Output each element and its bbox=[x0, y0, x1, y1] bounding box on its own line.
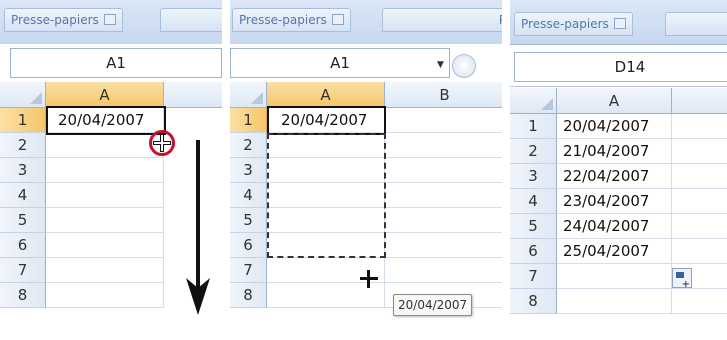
cell[interactable] bbox=[46, 133, 164, 158]
row-header[interactable]: 1 bbox=[510, 114, 557, 139]
ribbon-group-clipboard[interactable]: Presse-papiers bbox=[4, 8, 123, 32]
ribbon-group-clipboard[interactable]: Presse-papiers bbox=[514, 12, 633, 36]
date-cell[interactable]: 24/04/2007 bbox=[557, 214, 672, 239]
name-box[interactable]: A1 bbox=[10, 48, 222, 78]
row-header[interactable]: 4 bbox=[0, 183, 46, 208]
cell[interactable] bbox=[46, 158, 164, 183]
plus-cursor-icon bbox=[153, 134, 171, 152]
row-header[interactable]: 3 bbox=[230, 158, 267, 183]
ribbon-group-next bbox=[665, 12, 727, 36]
row-header[interactable]: 8 bbox=[0, 283, 46, 308]
row-header[interactable]: 6 bbox=[510, 239, 557, 264]
ribbon-group-label: Presse-papiers bbox=[521, 17, 609, 31]
fill-value-tooltip: 20/04/2007 bbox=[393, 294, 473, 316]
column-header-next[interactable] bbox=[164, 82, 222, 108]
cell[interactable] bbox=[385, 208, 502, 233]
ribbon-group-label: Presse-papiers bbox=[239, 13, 327, 27]
panel-filled-series: Presse-papiers D14 A E 1 2 3 4 5 6 7 8 2… bbox=[510, 0, 727, 340]
cell[interactable] bbox=[385, 183, 502, 208]
ribbon-group-label-partial: Po bbox=[499, 9, 502, 31]
plus-cursor-icon bbox=[360, 270, 378, 288]
row-header[interactable]: 5 bbox=[0, 208, 46, 233]
cell[interactable] bbox=[385, 258, 502, 283]
date-cell[interactable]: 22/04/2007 bbox=[557, 164, 672, 189]
select-all-corner[interactable] bbox=[230, 82, 267, 108]
name-box-dropdown-icon[interactable]: ▼ bbox=[437, 60, 444, 70]
row-header[interactable]: 8 bbox=[510, 289, 557, 314]
row-header[interactable]: 3 bbox=[0, 158, 46, 183]
cell[interactable] bbox=[46, 208, 164, 233]
cell[interactable] bbox=[672, 214, 727, 239]
select-all-corner[interactable] bbox=[0, 82, 46, 108]
row-header[interactable]: 8 bbox=[230, 283, 267, 308]
cell[interactable] bbox=[385, 233, 502, 258]
cell[interactable] bbox=[557, 264, 672, 289]
cell[interactable] bbox=[557, 289, 672, 314]
active-cell-border bbox=[267, 106, 386, 135]
column-header-b[interactable]: B bbox=[385, 82, 502, 108]
cell[interactable] bbox=[385, 108, 502, 133]
ribbon: Presse-papiers bbox=[0, 0, 222, 45]
dialog-launcher-icon[interactable] bbox=[613, 18, 626, 29]
row-header[interactable]: 2 bbox=[230, 133, 267, 158]
name-box[interactable]: A1 bbox=[230, 48, 450, 78]
row-header[interactable]: 6 bbox=[230, 233, 267, 258]
row-header[interactable]: 2 bbox=[510, 139, 557, 164]
cell[interactable] bbox=[46, 283, 164, 308]
panel-fill-selection: Presse-papiers Po A1 ▼ A B 1 2 3 4 5 6 7… bbox=[230, 0, 502, 340]
column-header-e[interactable]: E bbox=[672, 88, 727, 114]
cell[interactable] bbox=[672, 164, 727, 189]
formula-bar-row: A1 bbox=[0, 44, 222, 83]
date-cell[interactable]: 20/04/2007 bbox=[557, 114, 672, 139]
dialog-launcher-icon[interactable] bbox=[331, 14, 344, 25]
date-cell[interactable]: 23/04/2007 bbox=[557, 189, 672, 214]
date-cell[interactable]: 25/04/2007 bbox=[557, 239, 672, 264]
autofill-options-icon[interactable] bbox=[672, 268, 692, 290]
row-header[interactable]: 2 bbox=[0, 133, 46, 158]
name-box[interactable]: D14 bbox=[514, 52, 727, 82]
row-header[interactable]: 6 bbox=[0, 233, 46, 258]
row-header[interactable]: 1 bbox=[230, 108, 267, 133]
row-header[interactable]: 4 bbox=[510, 189, 557, 214]
cell[interactable] bbox=[46, 183, 164, 208]
row-header[interactable]: 4 bbox=[230, 183, 267, 208]
formula-button-icon[interactable] bbox=[452, 54, 476, 78]
column-header-a[interactable]: A bbox=[46, 82, 164, 108]
date-cell[interactable]: 21/04/2007 bbox=[557, 139, 672, 164]
column-header-a[interactable]: A bbox=[557, 88, 672, 114]
cell[interactable] bbox=[46, 258, 164, 283]
select-all-corner[interactable] bbox=[510, 88, 557, 114]
row-header[interactable]: 5 bbox=[230, 208, 267, 233]
cell[interactable] bbox=[672, 114, 727, 139]
cell[interactable] bbox=[672, 139, 727, 164]
formula-bar-row: A1 ▼ bbox=[230, 44, 502, 83]
column-header-a[interactable]: A bbox=[267, 82, 385, 108]
row-header[interactable]: 1 bbox=[0, 108, 46, 133]
row-header[interactable]: 7 bbox=[510, 264, 557, 289]
cell[interactable] bbox=[385, 158, 502, 183]
row-header[interactable]: 3 bbox=[510, 164, 557, 189]
ribbon: Presse-papiers bbox=[510, 0, 727, 45]
ribbon: Presse-papiers Po bbox=[230, 0, 502, 45]
row-header[interactable]: 7 bbox=[0, 258, 46, 283]
panel-fill-handle-drag: Presse-papiers A1 A 1 2 3 4 5 6 7 8 20/0… bbox=[0, 0, 222, 340]
row-header[interactable]: 5 bbox=[510, 214, 557, 239]
cell[interactable] bbox=[672, 239, 727, 264]
cell[interactable] bbox=[672, 289, 727, 314]
dialog-launcher-icon[interactable] bbox=[103, 14, 116, 25]
arrow-down-icon bbox=[186, 140, 210, 315]
formula-bar-row: D14 bbox=[510, 48, 727, 87]
cell[interactable] bbox=[385, 133, 502, 158]
ribbon-group-next: Po bbox=[382, 8, 502, 32]
row-header[interactable]: 7 bbox=[230, 258, 267, 283]
ribbon-group-label: Presse-papiers bbox=[11, 13, 99, 27]
cell[interactable] bbox=[672, 189, 727, 214]
fill-range-outline bbox=[267, 133, 386, 258]
ribbon-group-next bbox=[160, 8, 222, 32]
ribbon-group-clipboard[interactable]: Presse-papiers bbox=[232, 8, 351, 32]
active-cell-border bbox=[46, 106, 166, 135]
cell[interactable] bbox=[46, 233, 164, 258]
